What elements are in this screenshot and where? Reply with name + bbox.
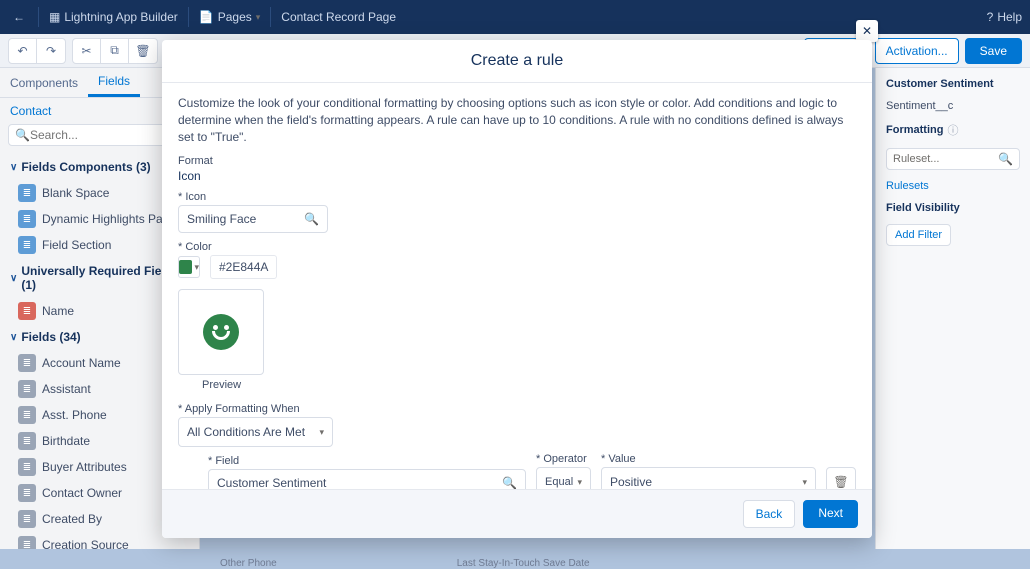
cond-value-label: * Value (601, 453, 816, 465)
modal-intro: Customize the look of your conditional f… (178, 95, 856, 145)
format-value: Icon (178, 169, 856, 183)
icon-lookup-value: Smiling Face (187, 212, 256, 226)
ghost-field: Last Stay-In-Touch Save Date (457, 558, 590, 569)
search-icon: 🔍 (304, 212, 319, 226)
ghost-field: Other Phone (220, 558, 277, 569)
cond-field-value: Customer Sentiment (217, 476, 326, 489)
cond-field-label: * Field (208, 455, 526, 467)
cond-operator-label: * Operator (536, 453, 591, 465)
delete-condition-icon[interactable]: 🗑 (826, 467, 856, 489)
next-button[interactable]: Next (803, 500, 858, 528)
cond-operator-value: Equal (545, 476, 573, 488)
smiling-face-icon (203, 314, 239, 350)
cond-value-value: Positive (610, 475, 652, 489)
back-button[interactable]: Back (743, 500, 796, 528)
cond-value-select[interactable]: Positive ▾ (601, 467, 816, 489)
apply-when-value: All Conditions Are Met (187, 425, 305, 439)
color-picker[interactable]: ▾ (178, 256, 200, 278)
chevron-down-icon: ▾ (577, 477, 582, 488)
color-label: * Color (178, 241, 856, 253)
icon-lookup[interactable]: Smiling Face 🔍 (178, 205, 328, 233)
create-rule-modal: Create a rule Customize the look of your… (162, 40, 872, 538)
preview-label: Preview (202, 379, 856, 391)
format-label: Format (178, 155, 856, 167)
apply-when-select[interactable]: All Conditions Are Met ▾ (178, 417, 333, 447)
apply-when-label: * Apply Formatting When (178, 403, 856, 415)
cond-operator-select[interactable]: Equal ▾ (536, 467, 591, 489)
icon-label: * Icon (178, 191, 856, 203)
icon-preview (178, 289, 264, 375)
cond-field-lookup[interactable]: Customer Sentiment 🔍 (208, 469, 526, 489)
swatch-icon (179, 260, 192, 274)
color-hex: #2E844A (210, 255, 277, 279)
chevron-down-icon: ▾ (319, 427, 324, 438)
modal-title: Create a rule (162, 40, 872, 83)
search-icon: 🔍 (502, 476, 517, 489)
chevron-down-icon: ▾ (802, 477, 807, 488)
close-icon[interactable]: ✕ (856, 20, 878, 42)
chevron-down-icon: ▾ (194, 262, 199, 273)
